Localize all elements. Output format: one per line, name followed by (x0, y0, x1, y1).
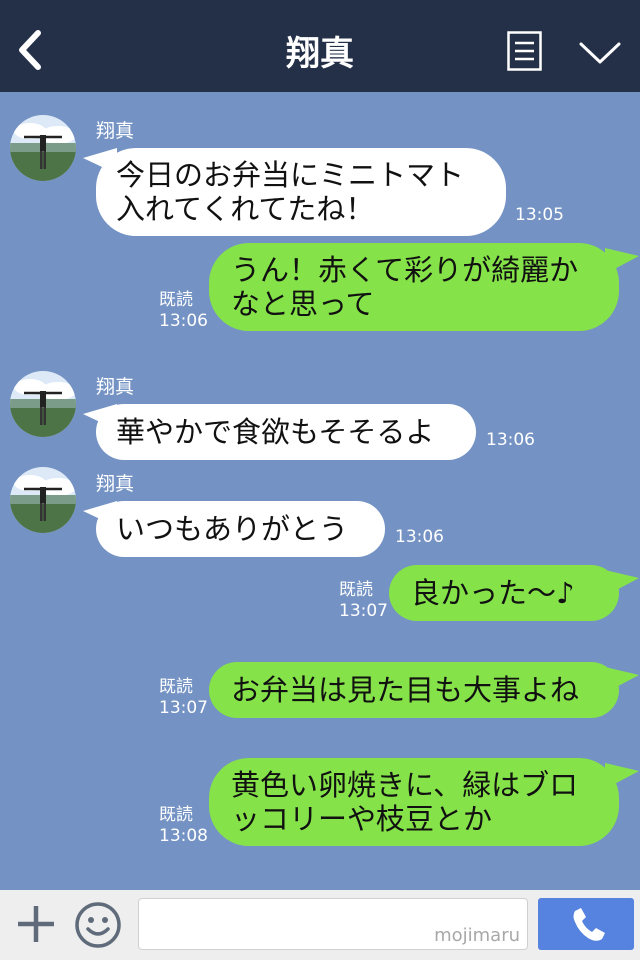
message-bubble[interactable]: 良かった～♪ (389, 565, 619, 621)
message-bubble[interactable]: お弁当は見た目も大事よね (209, 662, 619, 718)
send-button[interactable] (538, 898, 634, 950)
header-bar: 翔真 (0, 0, 640, 92)
message-time: 13:06 (159, 311, 208, 331)
message-line: ッコリーや枝豆とか (231, 802, 493, 836)
message-bubble[interactable]: 華やかで食欲もそそるよ (96, 404, 476, 460)
chat-title: 翔真 (286, 34, 354, 74)
message-line: うん！赤くて彩りが綺麗か (231, 253, 579, 287)
menu-icon[interactable] (507, 31, 542, 71)
message-bubble[interactable]: うん！赤くて彩りが綺麗か なと思って (209, 243, 619, 331)
message-line: なと思って (231, 287, 375, 321)
bubble-tail (605, 763, 639, 789)
message-bubble[interactable]: 黄色い卵焼きに、緑はブロ ッコリーや枝豆とか (209, 758, 619, 846)
bubble-tail (605, 248, 639, 274)
bubble-tail (605, 667, 639, 693)
emoji-icon[interactable] (74, 901, 122, 949)
message-text: お弁当は見た目も大事よね (231, 673, 580, 707)
avatar[interactable] (10, 371, 76, 437)
message-text: 華やかで食欲もそそるよ (116, 415, 435, 449)
sender-name: 翔真 (96, 473, 135, 495)
message-time: 13:07 (339, 601, 388, 621)
avatar-photo-icon (10, 115, 76, 181)
read-label: 既読 (159, 805, 193, 825)
avatar-photo-icon (10, 467, 76, 533)
message-line: 入れてくれてたね！ (116, 192, 375, 226)
avatar-photo-icon (10, 371, 76, 437)
avatar[interactable] (10, 115, 76, 181)
read-label: 既読 (159, 290, 193, 310)
read-status: 既読 13:08 (159, 805, 208, 847)
message-time: 13:06 (395, 527, 444, 547)
read-label: 既読 (159, 677, 193, 697)
message-text: うん！赤くて彩りが綺麗か なと思って (231, 253, 578, 321)
read-status: 既読 13:07 (339, 580, 388, 622)
message-time: 13:07 (159, 698, 208, 718)
read-label: 既読 (339, 580, 373, 600)
message-line: 今日のお弁当にミニトマト (116, 158, 465, 192)
message-text: いつもありがとう (116, 512, 349, 546)
message-time: 13:05 (515, 205, 564, 225)
read-status: 既読 13:07 (159, 677, 208, 719)
message-text: 黄色い卵焼きに、緑はブロ ッコリーや枝豆とか (231, 768, 578, 836)
plus-icon[interactable] (16, 904, 56, 944)
message-time: 13:08 (159, 826, 208, 846)
message-bubble[interactable]: 今日のお弁当にミニトマト 入れてくれてたね！ (96, 148, 506, 236)
message-text: 良かった～♪ (411, 576, 575, 610)
avatar[interactable] (10, 467, 76, 533)
message-time: 13:06 (486, 430, 535, 450)
message-text: 今日のお弁当にミニトマト 入れてくれてたね！ (116, 158, 464, 226)
message-line: 黄色い卵焼きに、緑はブロ (231, 768, 579, 802)
read-status: 既読 13:06 (159, 290, 208, 332)
sender-name: 翔真 (96, 376, 135, 398)
phone-icon (573, 908, 605, 941)
bubble-tail (605, 570, 639, 596)
chevron-down-icon[interactable] (578, 40, 622, 66)
sender-name: 翔真 (96, 120, 135, 142)
watermark: mojimaru (434, 925, 520, 946)
message-bubble[interactable]: いつもありがとう (96, 501, 385, 557)
